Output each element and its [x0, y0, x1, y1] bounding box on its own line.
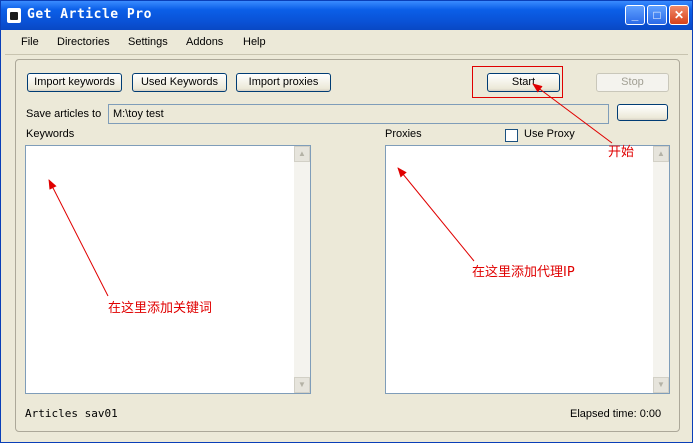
maximize-button[interactable]: □	[647, 5, 667, 25]
save-path-field[interactable]: M:\toy test	[108, 104, 609, 124]
menu-directories[interactable]: Directories	[57, 36, 110, 48]
close-button[interactable]: ✕	[669, 5, 689, 25]
menu-settings[interactable]: Settings	[128, 36, 168, 48]
proxies-scrollbar[interactable]: ▲ ▼	[653, 146, 669, 393]
minimize-button[interactable]: _	[625, 5, 645, 25]
use-proxy-checkbox[interactable]	[505, 129, 518, 142]
app-window: Get Article Pro _ □ ✕ File Directories S…	[0, 0, 693, 443]
save-articles-label: Save articles to	[26, 108, 102, 120]
menu-file[interactable]: File	[21, 36, 39, 48]
import-keywords-button[interactable]: Import keywords	[27, 73, 122, 92]
keywords-label: Keywords	[26, 128, 75, 140]
browse-button[interactable]	[617, 104, 668, 121]
title-bar[interactable]: Get Article Pro _ □ ✕	[1, 1, 692, 30]
import-proxies-button[interactable]: Import proxies	[236, 73, 331, 92]
articles-status: Articles sav01	[25, 407, 118, 420]
menu-bar: File Directories Settings Addons Help	[5, 32, 688, 55]
elapsed-time: Elapsed time: 0:00	[570, 408, 662, 420]
proxies-label: Proxies	[385, 128, 422, 140]
keywords-scrollbar[interactable]: ▲ ▼	[294, 146, 310, 393]
menu-help[interactable]: Help	[243, 36, 266, 48]
proxies-annotation: 在这里添加代理IP	[472, 265, 575, 280]
start-highlight-box	[472, 66, 563, 98]
used-keywords-button[interactable]: Used Keywords	[132, 73, 227, 92]
keywords-annotation: 在这里添加关键词	[108, 301, 213, 316]
menu-addons[interactable]: Addons	[186, 36, 223, 48]
scroll-down-icon[interactable]: ▼	[653, 377, 669, 393]
use-proxy-label: Use Proxy	[524, 128, 575, 140]
stop-button[interactable]: Stop	[596, 73, 669, 92]
scroll-up-icon[interactable]: ▲	[653, 146, 669, 162]
scroll-down-icon[interactable]: ▼	[294, 377, 310, 393]
scroll-up-icon[interactable]: ▲	[294, 146, 310, 162]
window-title: Get Article Pro	[27, 7, 152, 22]
start-annotation: 开始	[608, 145, 635, 160]
app-icon	[7, 8, 21, 23]
keywords-list[interactable]: ▲ ▼	[25, 145, 311, 394]
